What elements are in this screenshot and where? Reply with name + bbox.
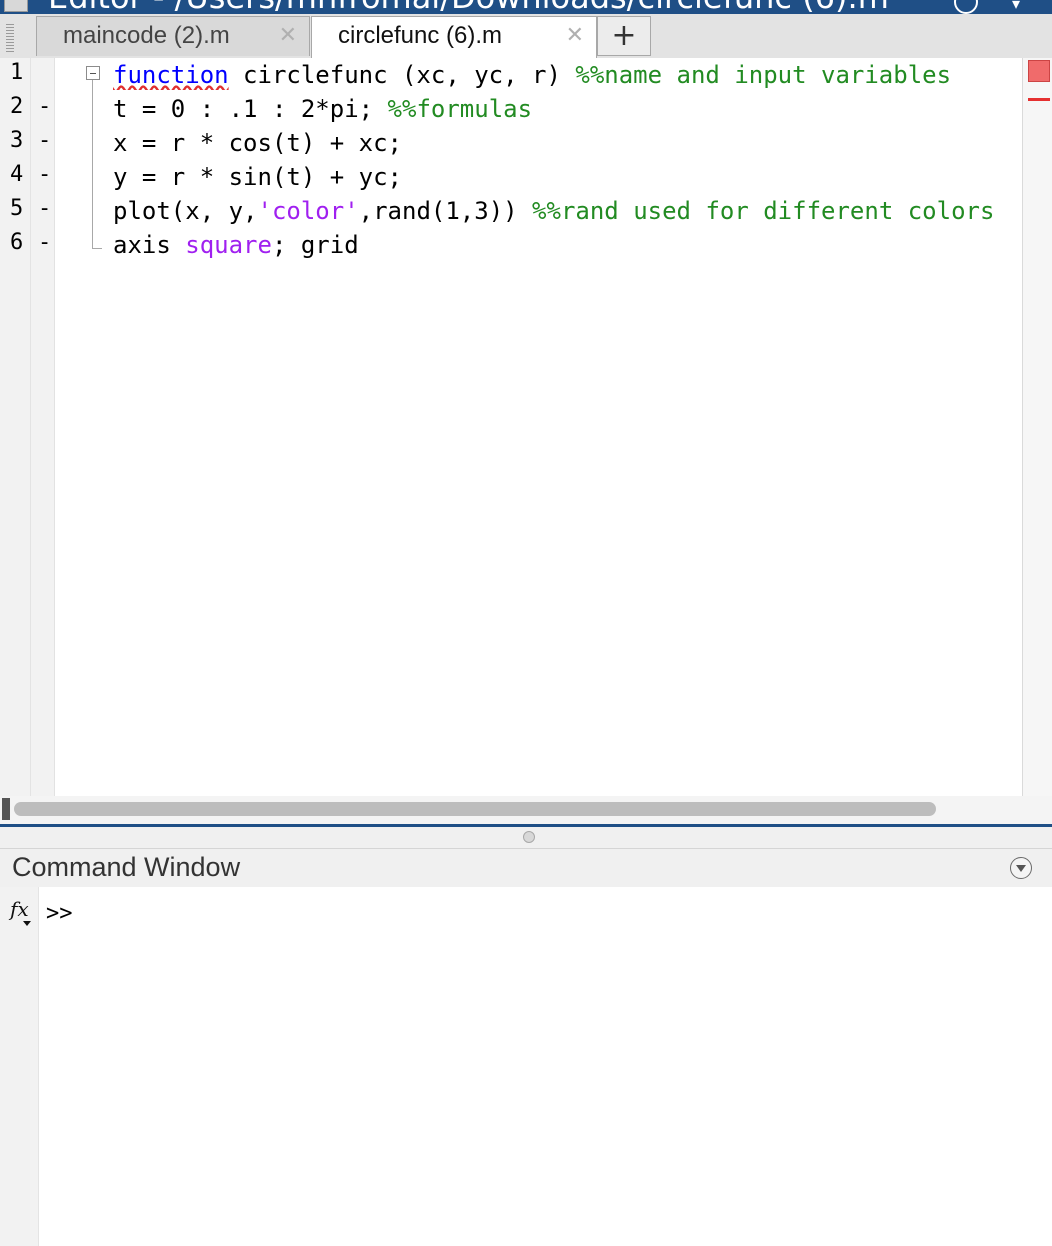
fx-dropdown-icon[interactable] bbox=[23, 921, 31, 926]
code-token: ; grid bbox=[271, 231, 359, 259]
fold-guide-end bbox=[92, 248, 102, 249]
command-window-menu-icon[interactable] bbox=[1010, 857, 1032, 879]
command-window[interactable]: fx >> bbox=[0, 887, 1052, 1246]
scrollbar-edge bbox=[2, 798, 10, 820]
line-number: 1 bbox=[10, 60, 24, 85]
code-token: x = r * cos(t) + xc; bbox=[113, 129, 402, 157]
line-number: 6 bbox=[10, 230, 24, 255]
horizontal-scrollbar[interactable] bbox=[0, 796, 1052, 824]
comment-token: %%name and input variables bbox=[575, 61, 952, 89]
command-window-header: Command Window bbox=[0, 848, 1052, 888]
breakpoint-marker[interactable]: - bbox=[38, 94, 51, 119]
tab-label: circlefunc (6).m bbox=[338, 22, 503, 49]
editor-app-icon bbox=[4, 0, 28, 12]
tab-bar-grip[interactable] bbox=[6, 24, 14, 52]
code-editor[interactable]: 12-3-4-5-6- function circlefunc (xc, yc,… bbox=[0, 58, 1052, 796]
scrollbar-thumb[interactable] bbox=[14, 802, 936, 816]
fold-guide-line bbox=[92, 80, 93, 248]
command-prompt[interactable]: >> bbox=[46, 901, 73, 926]
window-menu-icon[interactable]: ▾ bbox=[1012, 0, 1020, 13]
gutter-separator bbox=[30, 58, 31, 796]
breakpoint-marker[interactable]: - bbox=[38, 162, 51, 187]
message-bar bbox=[1022, 58, 1052, 796]
line-number: 2 bbox=[10, 94, 24, 119]
function-browser-icon[interactable]: fx bbox=[10, 897, 29, 921]
tab-label: maincode (2).m bbox=[63, 22, 230, 49]
line-number: 3 bbox=[10, 128, 24, 153]
editor-tab-bar: maincode (2).m ✕ circlefunc (6).m ✕ + bbox=[0, 14, 1052, 60]
comment-token: %%rand used for different colors bbox=[532, 197, 995, 225]
code-line[interactable]: function circlefunc (xc, yc, r) %%name a… bbox=[113, 60, 1022, 90]
string-token: square bbox=[185, 231, 272, 259]
tab-circlefunc[interactable]: circlefunc (6).m ✕ bbox=[311, 16, 597, 60]
code-line[interactable]: plot(x, y,'color',rand(1,3)) %%rand used… bbox=[113, 196, 1022, 226]
code-line[interactable]: y = r * sin(t) + yc; bbox=[113, 162, 1022, 192]
code-line[interactable]: x = r * cos(t) + xc; bbox=[113, 128, 1022, 158]
code-line[interactable]: axis square; grid bbox=[113, 230, 1022, 260]
comment-token: %%formulas bbox=[387, 95, 533, 123]
code-token: t = 0 : .1 : 2*pi; bbox=[113, 95, 388, 123]
code-token: ,rand(1,3)) bbox=[358, 197, 533, 225]
code-analyzer-status-icon[interactable] bbox=[1028, 60, 1050, 82]
keyword-token: function bbox=[113, 61, 229, 89]
line-number: 5 bbox=[10, 196, 24, 221]
command-gutter bbox=[0, 887, 39, 1246]
tab-maincode[interactable]: maincode (2).m ✕ bbox=[36, 16, 310, 56]
breakpoint-marker[interactable]: - bbox=[38, 128, 51, 153]
code-token: y = r * sin(t) + yc; bbox=[113, 163, 402, 191]
string-token: 'color' bbox=[257, 197, 359, 225]
window-control-icon[interactable] bbox=[954, 0, 978, 14]
code-token: plot(x, y, bbox=[113, 197, 258, 225]
code-token: circlefunc (xc, yc, r) bbox=[228, 61, 576, 89]
window-title: Editor - /Users/mnfromal/Downloads/circl… bbox=[48, 0, 889, 14]
line-number: 4 bbox=[10, 162, 24, 187]
close-tab-icon[interactable]: ✕ bbox=[566, 23, 584, 48]
code-line[interactable]: t = 0 : .1 : 2*pi; %%formulas bbox=[113, 94, 1022, 124]
command-window-title: Command Window bbox=[12, 852, 241, 882]
code-token: axis bbox=[113, 231, 186, 259]
close-tab-icon[interactable]: ✕ bbox=[279, 23, 297, 48]
breakpoint-marker[interactable]: - bbox=[38, 196, 51, 221]
splitter-handle-icon[interactable] bbox=[523, 831, 535, 843]
error-marker[interactable] bbox=[1028, 98, 1050, 101]
collapse-function-icon[interactable] bbox=[86, 66, 100, 80]
panel-splitter[interactable] bbox=[0, 824, 1052, 848]
new-tab-button[interactable]: + bbox=[597, 16, 651, 56]
editor-title-bar: Editor - /Users/mnfromal/Downloads/circl… bbox=[0, 0, 1052, 14]
breakpoint-marker[interactable]: - bbox=[38, 230, 51, 255]
